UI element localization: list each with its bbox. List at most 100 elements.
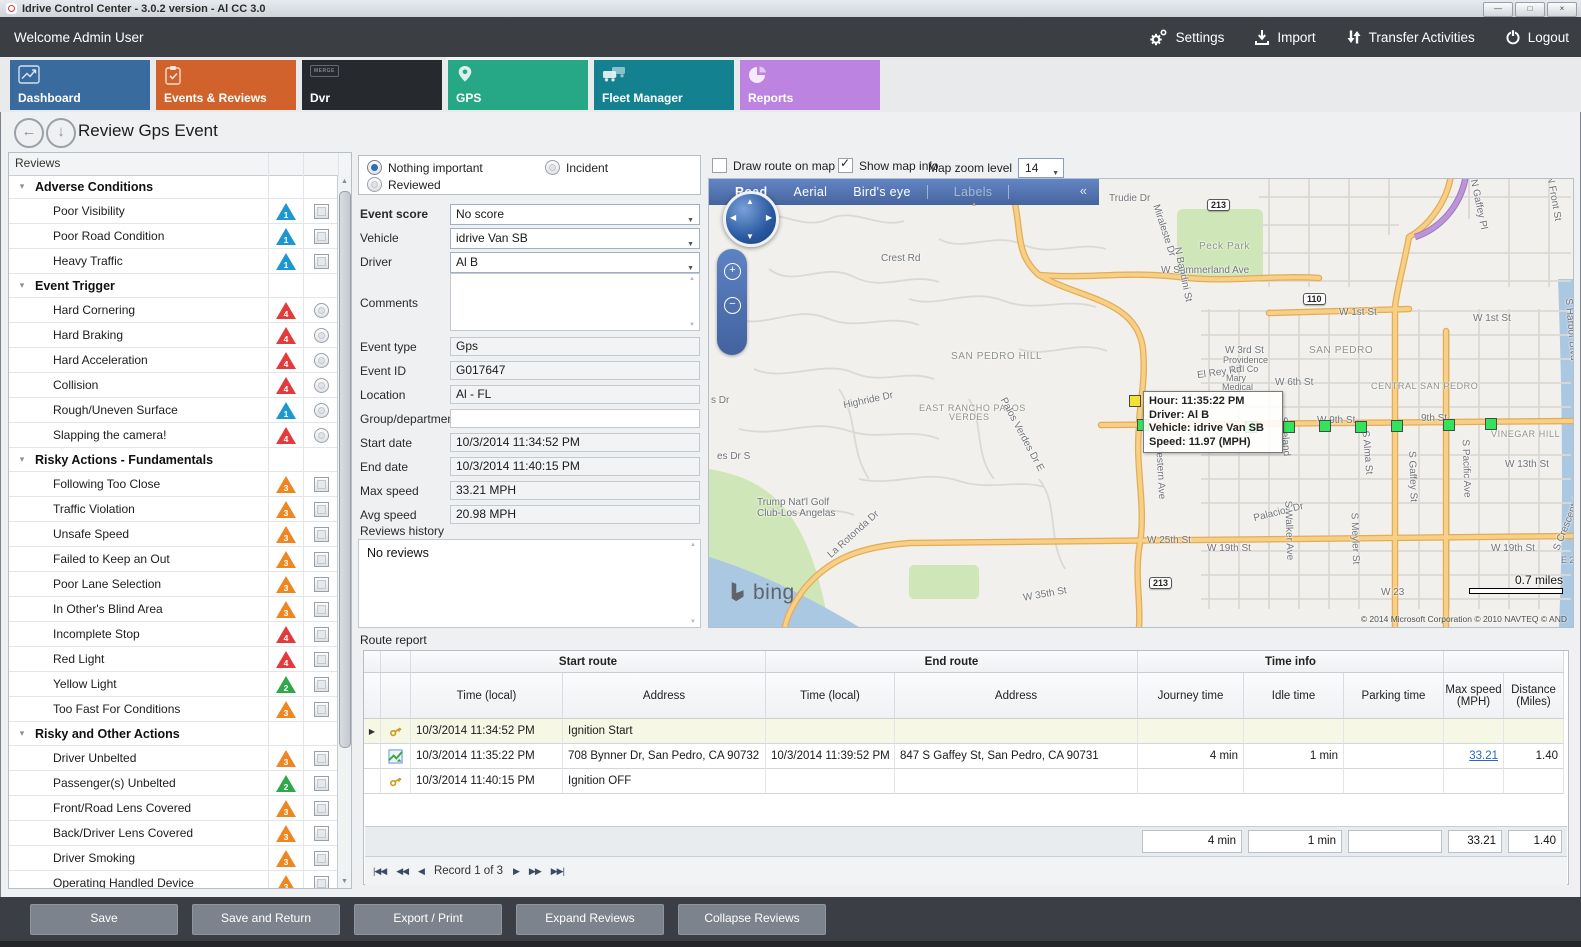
collapse-arrow-icon[interactable]: ▾	[9, 181, 35, 192]
tab-fleet-manager[interactable]: Fleet Manager	[594, 60, 734, 110]
review-checkbox[interactable]	[314, 851, 329, 866]
table-row[interactable]: 10/3/2014 11:35:22 PM 708 Bynner Dr, San…	[364, 744, 1568, 769]
review-radio[interactable]	[314, 378, 329, 393]
event-score-select[interactable]: No score ▼	[450, 204, 700, 225]
review-radio[interactable]	[314, 428, 329, 443]
route-start-marker[interactable]	[1129, 395, 1141, 407]
review-checkbox[interactable]	[314, 477, 329, 492]
review-item-row[interactable]: Driver Unbelted3	[9, 746, 338, 771]
review-checkbox[interactable]	[314, 776, 329, 791]
vehicle-select[interactable]: idrive Van SB ▼	[450, 228, 700, 249]
review-item-row[interactable]: Heavy Traffic1	[9, 249, 338, 274]
radio-icon[interactable]	[545, 160, 560, 175]
col-journey-time[interactable]: Journey time	[1138, 673, 1244, 719]
table-row[interactable]: ▶ 10/3/2014 11:34:52 PM Ignition Start	[364, 719, 1568, 744]
collapse-arrow-icon[interactable]: ▾	[9, 728, 35, 739]
review-checkbox[interactable]	[314, 801, 329, 816]
group-department-input[interactable]	[450, 409, 700, 428]
textarea-scroll-icons[interactable]: ▲▼	[687, 276, 697, 328]
review-item-row[interactable]: Hard Braking4	[9, 323, 338, 348]
review-group-row[interactable]: ▾Risky and Other Actions	[9, 722, 338, 746]
map-view-aerial[interactable]: Aerial	[793, 185, 827, 199]
save-and-return-button[interactable]: Save and Return	[192, 904, 340, 935]
draw-route-checkbox[interactable]: Draw route on map	[712, 158, 835, 173]
transfer-activities-button[interactable]: Transfer Activities	[1346, 29, 1475, 45]
review-item-row[interactable]: Front/Road Lens Covered3	[9, 796, 338, 821]
route-point-marker[interactable]	[1443, 419, 1455, 431]
col-idle-time[interactable]: Idle time	[1244, 673, 1344, 719]
fast-next-record-icon[interactable]: ▶▶	[529, 866, 541, 877]
driver-select[interactable]: Al B ▼	[450, 252, 700, 273]
review-item-row[interactable]: Poor Lane Selection3	[9, 572, 338, 597]
review-item-row[interactable]: Too Fast For Conditions3	[9, 697, 338, 722]
review-item-row[interactable]: Slapping the camera!4	[9, 423, 338, 448]
scroll-up-icon[interactable]: ▲	[338, 175, 351, 188]
import-button[interactable]: Import	[1254, 29, 1315, 45]
checkbox-checked-icon[interactable]: ✓	[838, 158, 853, 173]
tab-reports[interactable]: Reports	[740, 60, 880, 110]
radio-reviewed[interactable]: Reviewed	[367, 177, 441, 192]
map-view-labels[interactable]: Labels	[954, 185, 993, 199]
review-group-row[interactable]: ▾Event Trigger	[9, 274, 338, 298]
review-radio[interactable]	[314, 403, 329, 418]
review-item-row[interactable]: Red Light4	[9, 647, 338, 672]
last-record-icon[interactable]: ▶▶|	[551, 866, 564, 877]
bing-map[interactable]: Road Aerial Bird's eye Labels « ▲ ▼ ◀ ▶ …	[708, 178, 1574, 628]
review-checkbox[interactable]	[314, 552, 329, 567]
review-checkbox[interactable]	[314, 204, 329, 219]
route-point-marker[interactable]	[1283, 421, 1295, 433]
review-item-row[interactable]: Poor Visibility1	[9, 199, 338, 224]
review-item-row[interactable]: Traffic Violation3	[9, 497, 338, 522]
tab-events-reviews[interactable]: Events & Reviews	[156, 60, 296, 110]
radio-nothing-important[interactable]: Nothing important	[367, 160, 483, 175]
review-item-row[interactable]: Incomplete Stop4	[9, 622, 338, 647]
table-row[interactable]: 10/3/2014 11:40:15 PM Ignition OFF	[364, 769, 1568, 794]
review-checkbox[interactable]	[314, 876, 329, 889]
save-button[interactable]: Save	[30, 904, 178, 935]
map-compass-control[interactable]: ▲ ▼ ◀ ▶	[723, 191, 779, 247]
tab-gps[interactable]: GPS	[448, 60, 588, 110]
comments-input[interactable]: ▲▼	[450, 273, 700, 331]
col-start-time[interactable]: Time (local)	[411, 673, 563, 719]
review-checkbox[interactable]	[314, 527, 329, 542]
col-end-address[interactable]: Address	[895, 673, 1138, 719]
export-print-button[interactable]: Export / Print	[354, 904, 502, 935]
review-checkbox[interactable]	[314, 652, 329, 667]
review-radio[interactable]	[314, 353, 329, 368]
col-max-speed[interactable]: Max speed (MPH)	[1444, 673, 1504, 719]
map-view-birds-eye[interactable]: Bird's eye	[853, 185, 911, 199]
max-speed-link[interactable]: 33.21	[1469, 750, 1498, 762]
collapse-arrow-icon[interactable]: ▾	[9, 280, 35, 291]
scroll-thumb[interactable]	[339, 191, 351, 748]
collapse-arrow-icon[interactable]: ▾	[9, 454, 35, 465]
tab-dvr[interactable]: MERGE Dvr	[302, 60, 442, 110]
review-item-row[interactable]: Passenger(s) Unbelted2	[9, 771, 338, 796]
radio-incident[interactable]: Incident	[545, 160, 608, 175]
zoom-out-button[interactable]: −	[724, 297, 741, 314]
review-item-row[interactable]: Hard Cornering4	[9, 298, 338, 323]
zoom-in-button[interactable]: +	[724, 263, 741, 280]
review-item-row[interactable]: Failed to Keep an Out3	[9, 547, 338, 572]
checkbox-icon[interactable]	[712, 158, 727, 173]
review-item-row[interactable]: In Other's Blind Area3	[9, 597, 338, 622]
review-item-row[interactable]: Hard Acceleration4	[9, 348, 338, 373]
col-distance[interactable]: Distance (Miles)	[1504, 673, 1564, 719]
history-scroll-icons[interactable]: ▲▼	[688, 542, 698, 625]
review-item-row[interactable]: Driver Smoking3	[9, 846, 338, 871]
review-item-row[interactable]: Rough/Uneven Surface1	[9, 398, 338, 423]
review-checkbox[interactable]	[314, 826, 329, 841]
review-group-row[interactable]: ▾Adverse Conditions	[9, 175, 338, 199]
review-checkbox[interactable]	[314, 677, 329, 692]
next-event-button[interactable]: ↓	[46, 118, 76, 148]
review-checkbox[interactable]	[314, 602, 329, 617]
toolbar-collapse-icon[interactable]: «	[1080, 183, 1087, 198]
review-checkbox[interactable]	[314, 254, 329, 269]
tab-dashboard[interactable]: Dashboard	[10, 60, 150, 110]
review-item-row[interactable]: Unsafe Speed3	[9, 522, 338, 547]
maximize-button[interactable]: □	[1515, 2, 1545, 17]
back-button[interactable]: ←	[14, 118, 44, 148]
route-point-marker[interactable]	[1355, 421, 1367, 433]
scroll-down-icon[interactable]: ▼	[338, 875, 351, 888]
review-item-row[interactable]: Following Too Close3	[9, 472, 338, 497]
review-radio[interactable]	[314, 303, 329, 318]
